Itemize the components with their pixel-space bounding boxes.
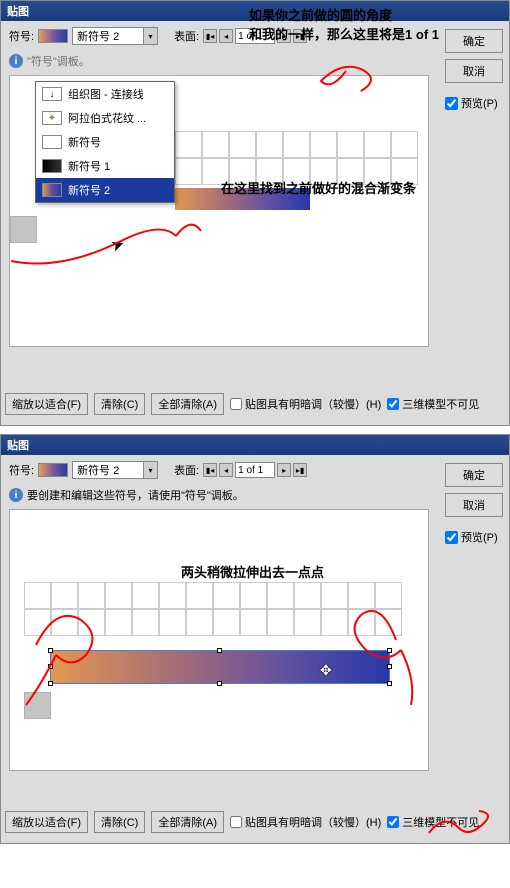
clear-all-button[interactable]: 全部清除(A) bbox=[151, 393, 224, 415]
fit-button[interactable]: 缩放以适合(F) bbox=[5, 811, 88, 833]
shade-checkbox[interactable]: 贴图具有明暗调（较慢）(H) bbox=[230, 396, 381, 412]
info-icon: i bbox=[9, 488, 23, 502]
dropdown-item-label: 新符号 1 bbox=[68, 158, 110, 174]
cancel-button[interactable]: 取消 bbox=[445, 493, 503, 517]
symbol-swatch bbox=[38, 463, 68, 477]
preview-check-input[interactable] bbox=[445, 97, 458, 110]
arabesque-icon: ✦ bbox=[42, 111, 62, 125]
dropdown-item[interactable]: ↓ 组织图 - 连接线 bbox=[36, 82, 174, 106]
symbol-combo-text: 新符号 2 bbox=[73, 462, 143, 478]
surface-field[interactable] bbox=[235, 462, 275, 478]
dropdown-item[interactable]: ✦ 阿拉伯式花纹 ... bbox=[36, 106, 174, 130]
symbol-swatch bbox=[38, 29, 68, 43]
gradient-bar[interactable] bbox=[175, 188, 310, 210]
nav-first-icon[interactable]: ▮◂ bbox=[203, 463, 217, 477]
cancel-button[interactable]: 取消 bbox=[445, 59, 503, 83]
ok-button[interactable]: 确定 bbox=[445, 29, 503, 53]
dropdown-item[interactable]: 新符号 1 bbox=[36, 154, 174, 178]
invisible-check-input[interactable] bbox=[387, 816, 399, 828]
gradient-bar[interactable] bbox=[51, 651, 389, 683]
invisible-checkbox[interactable]: 三维模型不可见 bbox=[387, 814, 479, 830]
shade-label: 贴图具有明暗调（较慢）(H) bbox=[245, 396, 381, 412]
shade-label: 贴图具有明暗调（较慢）(H) bbox=[245, 814, 381, 830]
preview-label: 预览(P) bbox=[461, 529, 498, 545]
fit-button[interactable]: 缩放以适合(F) bbox=[5, 393, 88, 415]
surface-label: 表面: bbox=[174, 462, 199, 478]
nav-prev-icon[interactable]: ◂ bbox=[219, 29, 233, 43]
invisible-check-input[interactable] bbox=[387, 398, 399, 410]
shade-check-input[interactable] bbox=[230, 398, 242, 410]
clear-button[interactable]: 清除(C) bbox=[94, 811, 145, 833]
symbol-combo[interactable]: 新符号 2 ▾ bbox=[72, 27, 158, 45]
symbol-combo-text: 新符号 2 bbox=[73, 28, 143, 44]
dialog-title: 贴图 bbox=[1, 1, 509, 21]
shade-checkbox[interactable]: 贴图具有明暗调（较慢）(H) bbox=[230, 814, 381, 830]
symbol-combo[interactable]: 新符号 2 ▾ bbox=[72, 461, 158, 479]
preview-check-input[interactable] bbox=[445, 531, 458, 544]
dropdown-item-label: 新符号 bbox=[68, 134, 101, 150]
gradient-thumb-icon bbox=[42, 183, 62, 197]
invisible-checkbox[interactable]: 三维模型不可见 bbox=[387, 396, 479, 412]
invisible-label: 三维模型不可见 bbox=[402, 814, 479, 830]
canvas[interactable]: ✥ bbox=[9, 509, 429, 771]
preview-checkbox[interactable]: 预览(P) bbox=[445, 95, 503, 111]
grid bbox=[24, 582, 414, 636]
nav-last-icon[interactable]: ▸▮ bbox=[293, 463, 307, 477]
nav-first-icon[interactable]: ▮◂ bbox=[203, 29, 217, 43]
ok-button[interactable]: 确定 bbox=[445, 463, 503, 487]
nav-last-icon[interactable]: ▸▮ bbox=[293, 29, 307, 43]
symbol-label: 符号: bbox=[9, 28, 34, 44]
dropdown-item[interactable]: 新符号 bbox=[36, 130, 174, 154]
nav-prev-icon[interactable]: ◂ bbox=[219, 463, 233, 477]
symbol-thumb-icon bbox=[42, 159, 62, 173]
info-icon: i bbox=[9, 54, 23, 68]
symbol-dropdown-panel: ↓ 组织图 - 连接线 ✦ 阿拉伯式花纹 ... 新符号 新符号 1 新符号 2 bbox=[35, 81, 175, 203]
info-text: "符号"调板。 bbox=[27, 53, 90, 69]
dropdown-arrow-icon[interactable]: ▾ bbox=[143, 462, 157, 478]
dropdown-item-label: 新符号 2 bbox=[68, 182, 110, 198]
symbol-label: 符号: bbox=[9, 462, 34, 478]
symbol-thumb-icon bbox=[42, 135, 62, 149]
invisible-label: 三维模型不可见 bbox=[402, 396, 479, 412]
dropdown-arrow-icon[interactable]: ▾ bbox=[143, 28, 157, 44]
selection-box[interactable] bbox=[50, 650, 390, 684]
move-cursor-icon: ✥ bbox=[320, 662, 332, 679]
surface-field[interactable] bbox=[235, 28, 275, 44]
dropdown-item-label: 组织图 - 连接线 bbox=[68, 86, 144, 102]
connector-icon: ↓ bbox=[42, 87, 62, 101]
nav-next-icon[interactable]: ▸ bbox=[277, 29, 291, 43]
surface-label: 表面: bbox=[174, 28, 199, 44]
preview-label: 预览(P) bbox=[461, 95, 498, 111]
dialog-title: 贴图 bbox=[1, 435, 509, 455]
nav-next-icon[interactable]: ▸ bbox=[277, 463, 291, 477]
info-text: 要创建和编辑这些符号，请使用"符号"调板。 bbox=[27, 487, 244, 503]
shade-check-input[interactable] bbox=[230, 816, 242, 828]
preview-checkbox[interactable]: 预览(P) bbox=[445, 529, 503, 545]
dropdown-item-selected[interactable]: 新符号 2 bbox=[36, 178, 174, 202]
clear-button[interactable]: 清除(C) bbox=[94, 393, 145, 415]
clear-all-button[interactable]: 全部清除(A) bbox=[151, 811, 224, 833]
dropdown-item-label: 阿拉伯式花纹 ... bbox=[68, 110, 146, 126]
